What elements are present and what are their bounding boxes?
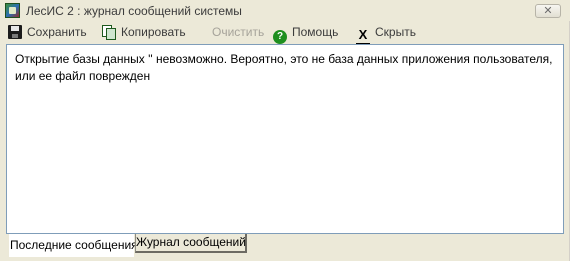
copy-icon	[102, 25, 116, 40]
save-button[interactable]: Сохранить	[8, 23, 87, 41]
title-bar[interactable]: ЛесИС 2 : журнал сообщений системы ✕	[0, 0, 570, 21]
help-label: Помощь	[292, 25, 339, 39]
help-button[interactable]: ? Помощь	[273, 23, 339, 44]
copy-label: Копировать	[121, 25, 186, 39]
copy-button[interactable]: Копировать	[102, 23, 186, 41]
hide-label: Скрыть	[375, 25, 416, 39]
toolbar: Сохранить Копировать Очистить ? Помощь XС…	[0, 21, 570, 45]
app-logo-icon	[5, 3, 20, 18]
help-icon: ?	[273, 30, 287, 44]
hide-button[interactable]: X Скрыть	[356, 23, 416, 45]
floppy-disk-icon	[8, 25, 22, 39]
tab-message-journal[interactable]: Журнал сообщений	[135, 234, 247, 253]
message-area[interactable]: Открытие базы данных '' невозможно. Веро…	[6, 44, 564, 234]
clear-button[interactable]: Очистить	[212, 23, 264, 41]
window-title: ЛесИС 2 : журнал сообщений системы	[26, 4, 242, 18]
close-button[interactable]: ✕	[535, 4, 561, 18]
message-log-window: ЛесИС 2 : журнал сообщений системы ✕ Сох…	[0, 0, 570, 261]
clear-label: Очистить	[212, 25, 265, 39]
tab-recent-messages[interactable]: Последние сообщения	[9, 234, 138, 257]
message-text: Открытие базы данных '' невозможно. Веро…	[15, 52, 553, 83]
hide-icon: X	[356, 28, 370, 45]
save-label: Сохранить	[27, 25, 87, 39]
tab-bar: Последние сообщения Журнал сообщений	[0, 234, 570, 261]
